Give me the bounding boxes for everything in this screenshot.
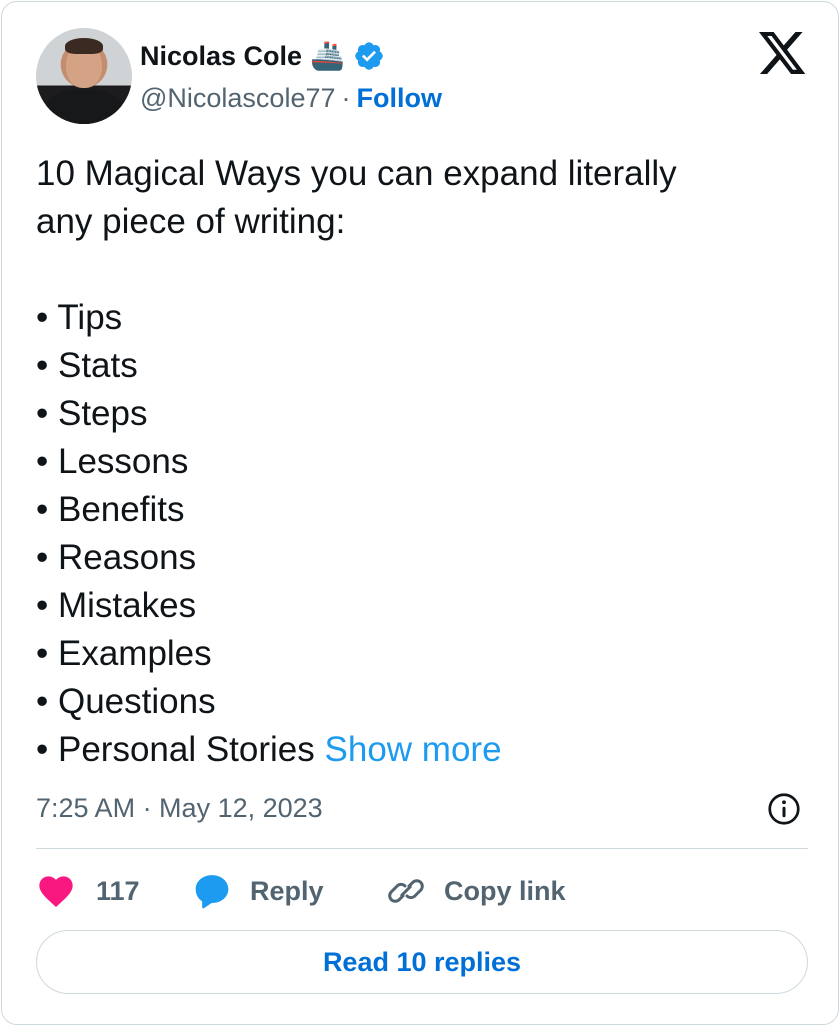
reply-button[interactable]: Reply xyxy=(192,871,372,911)
author-name-row: Nicolas Cole 🚢 xyxy=(140,36,385,76)
list-item: • Lessons xyxy=(36,442,189,481)
copy-link-button[interactable]: Copy link xyxy=(386,871,566,911)
ship-emoji: 🚢 xyxy=(310,40,345,71)
list-item-text: • Personal Stories xyxy=(36,730,315,769)
tweet-spacer xyxy=(36,246,816,294)
list-item: • Benefits xyxy=(36,490,185,529)
show-more-link[interactable]: Show more xyxy=(325,730,502,769)
link-icon xyxy=(388,879,424,903)
avatar[interactable] xyxy=(36,28,132,124)
like-button[interactable]: 117 xyxy=(36,871,172,911)
author-handle-row: @Nicolascole77 · Follow xyxy=(140,80,442,116)
reply-label: Reply xyxy=(250,875,324,906)
action-bar: 117 Reply Copy link xyxy=(36,864,566,918)
list-item: • Mistakes xyxy=(36,586,197,625)
like-count: 117 xyxy=(96,875,140,906)
copy-link-label: Copy link xyxy=(444,875,566,906)
tweet-card: Nicolas Cole 🚢 @Nicolascole77 · Follow 1… xyxy=(1,1,839,1025)
tweet-text: 10 Magical Ways you can expand literally… xyxy=(36,150,816,774)
tweet-intro-line-1: 10 Magical Ways you can expand literally xyxy=(36,154,677,193)
tweet-intro-line-2: any piece of writing: xyxy=(36,202,346,241)
bullet-list: • Tips • Stats • Steps • Lessons • Benef… xyxy=(36,294,816,774)
speech-bubble-icon xyxy=(195,875,229,909)
list-item: • Tips xyxy=(36,298,123,337)
read-replies-button[interactable]: Read 10 replies xyxy=(36,930,808,994)
author-name[interactable]: Nicolas Cole xyxy=(140,41,302,72)
list-item: • Steps xyxy=(36,394,148,433)
list-item: • Stats xyxy=(36,346,138,385)
heart-icon xyxy=(39,876,73,907)
list-item: • Reasons xyxy=(36,538,197,577)
avatar-hair xyxy=(65,38,103,54)
follow-button[interactable]: Follow xyxy=(357,83,442,114)
list-item: • Examples xyxy=(36,634,212,673)
separator-dot: · xyxy=(341,82,351,113)
avatar-body xyxy=(46,90,122,124)
author-handle[interactable]: @Nicolascole77 xyxy=(140,83,336,114)
verified-badge-icon xyxy=(355,42,383,70)
timestamp[interactable]: 7:25 AM · May 12, 2023 xyxy=(36,788,323,828)
list-item: • Questions xyxy=(36,682,216,721)
list-item-last: • Personal Stories Show more xyxy=(36,726,816,774)
x-logo-icon[interactable] xyxy=(759,32,807,76)
divider xyxy=(36,848,808,849)
info-icon[interactable] xyxy=(766,791,802,827)
